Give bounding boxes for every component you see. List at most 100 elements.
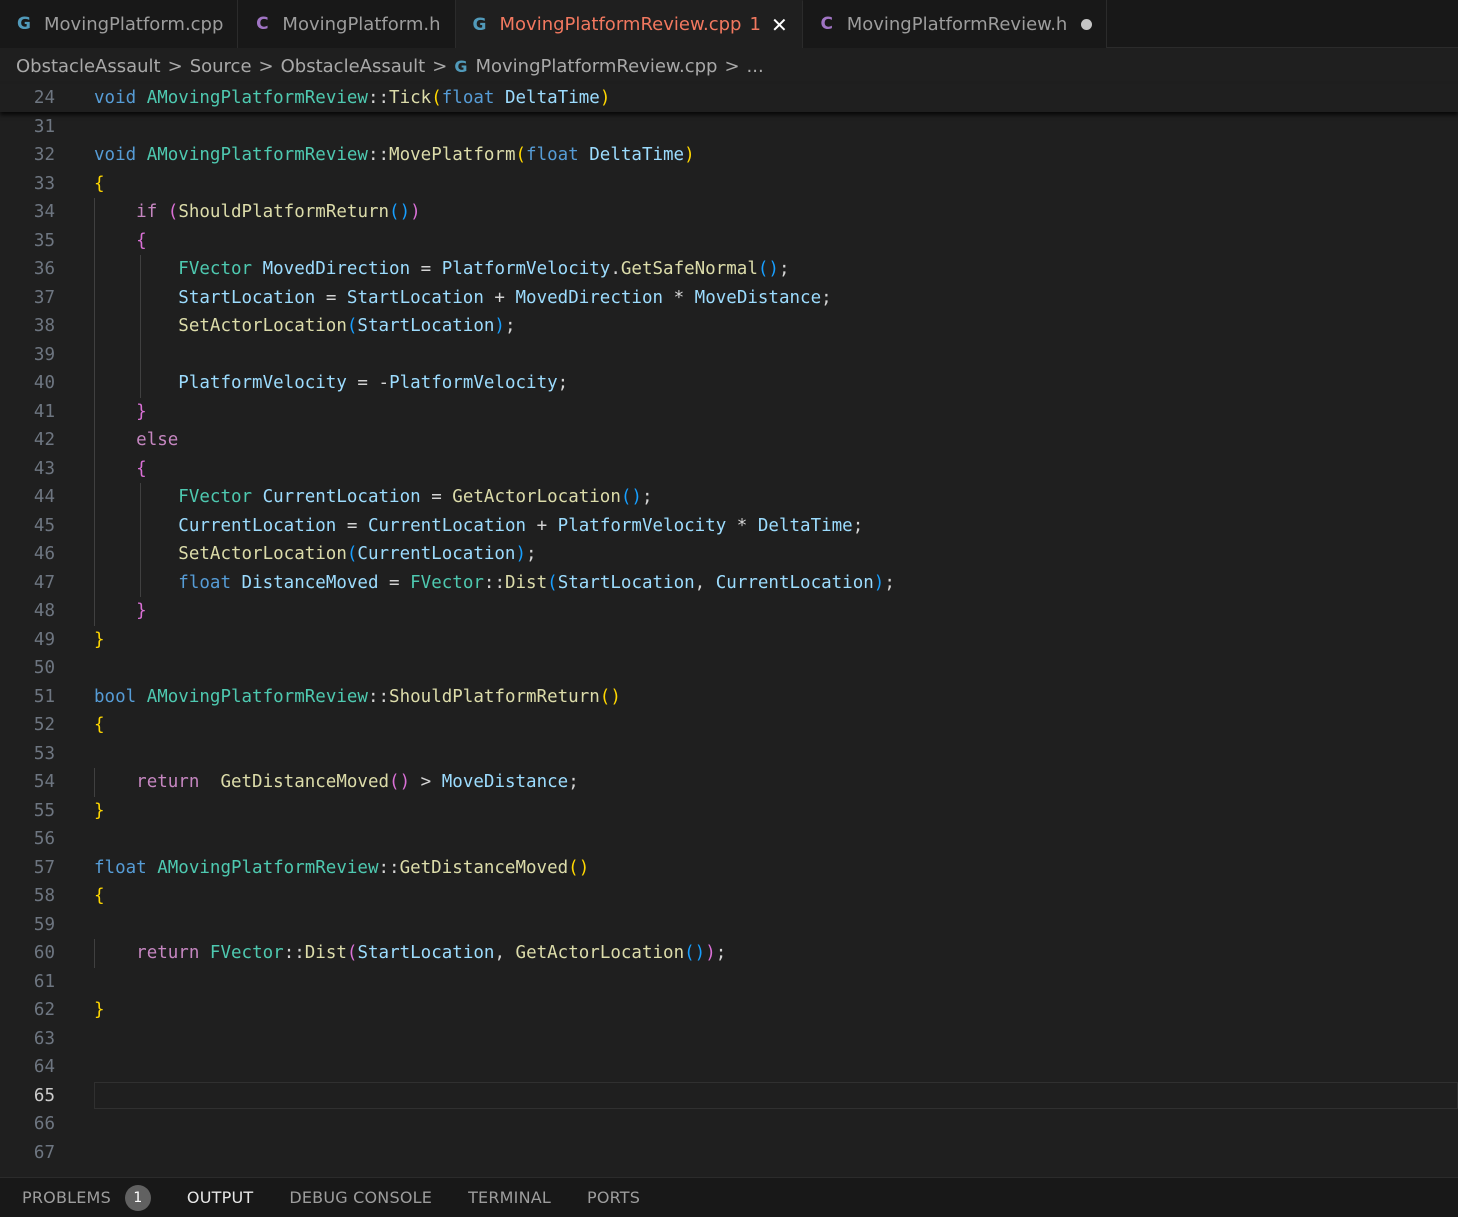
line-number: 39 [33, 344, 55, 365]
code-text: void AMovingPlatformReview::Tick(float D… [94, 88, 611, 108]
line-number: 61 [33, 971, 55, 992]
code-line[interactable]: 46 SetActorLocation(CurrentLocation); [0, 540, 1458, 569]
code-line[interactable]: 36 FVector MovedDirection = PlatformVelo… [0, 255, 1458, 284]
code-line[interactable]: 61 [0, 968, 1458, 997]
code-line[interactable]: 34 if (ShouldPlatformReturn()) [0, 198, 1458, 227]
code-line[interactable]: 50 [0, 654, 1458, 683]
line-number: 24 [33, 88, 55, 108]
code-line[interactable]: 32 void AMovingPlatformReview::MovePlatfo… [0, 141, 1458, 170]
tab-debug-console[interactable]: DEBUG CONSOLE [289, 1188, 432, 1207]
code-line[interactable]: 43 { [0, 455, 1458, 484]
code-line[interactable]: 63 [0, 1025, 1458, 1054]
breadcrumb-item[interactable]: ObstacleAssault [16, 56, 161, 77]
cpp-file-icon: G [472, 14, 487, 35]
code-line[interactable]: 38 SetActorLocation(StartLocation); [0, 312, 1458, 341]
line-number: 65 [33, 1085, 55, 1106]
code-text: SetActorLocation(StartLocation); [178, 316, 516, 336]
line-number: 64 [33, 1057, 55, 1077]
code-line[interactable]: 35 { [0, 227, 1458, 256]
line-number: 34 [33, 202, 55, 222]
line-number: 55 [33, 800, 55, 821]
line-number: 38 [33, 316, 55, 336]
code-line[interactable]: 41 } [0, 398, 1458, 427]
line-number: 45 [33, 515, 55, 536]
code-line[interactable]: 49} [0, 626, 1458, 655]
code-line[interactable]: 65 [0, 1081, 1458, 1111]
line-number: 50 [33, 658, 55, 678]
line-number: 67 [33, 1142, 55, 1163]
line-number: 48 [33, 601, 55, 621]
close-icon[interactable]: ✕ [771, 13, 788, 37]
line-number: 54 [33, 772, 55, 792]
code-line[interactable]: 66 [0, 1110, 1458, 1139]
code-text: return FVector::Dist(StartLocation, GetA… [136, 943, 727, 963]
code-line[interactable]: 67 [0, 1139, 1458, 1168]
code-text: CurrentLocation = CurrentLocation + Plat… [178, 515, 864, 536]
code-text: else [136, 430, 179, 450]
code-line[interactable]: 53 [0, 740, 1458, 769]
code-line[interactable]: 60 return FVector::Dist(StartLocation, G… [0, 939, 1458, 968]
code-text: PlatformVelocity = -PlatformVelocity; [178, 373, 569, 393]
tab-movingplatform-cpp[interactable]: G MovingPlatform.cpp [0, 0, 239, 48]
problem-count-badge: 1 [749, 14, 761, 35]
tab-movingplatformreview-cpp[interactable]: G MovingPlatformReview.cpp 1 ✕ [455, 0, 803, 48]
unsaved-dot-icon[interactable] [1081, 18, 1093, 30]
code-line[interactable]: 39 [0, 341, 1458, 370]
tab-output[interactable]: OUTPUT [187, 1188, 253, 1207]
code-line[interactable]: 42 else [0, 426, 1458, 455]
code-line[interactable]: 44 FVector CurrentLocation = GetActorLoc… [0, 483, 1458, 512]
sticky-scroll-header[interactable]: 24 void AMovingPlatformReview::Tick(float… [0, 84, 1458, 112]
code-line[interactable]: 56 [0, 825, 1458, 854]
code-line[interactable]: 62} [0, 996, 1458, 1025]
tab-bar-empty-space [1107, 0, 1458, 47]
code-line[interactable]: 52 { [0, 711, 1458, 740]
code-line[interactable]: 40 PlatformVelocity = -PlatformVelocity; [0, 369, 1458, 398]
code-line[interactable]: 37 StartLocation = StartLocation + Moved… [0, 284, 1458, 313]
code-line[interactable]: 48 } [0, 597, 1458, 626]
indent-guide [140, 255, 142, 398]
line-number: 43 [33, 458, 55, 479]
current-line-highlight [94, 1081, 1458, 1109]
code-line[interactable]: 64 [0, 1053, 1458, 1082]
line-number: 36 [33, 259, 55, 279]
line-number: 62 [33, 1000, 55, 1020]
line-number: 59 [33, 914, 55, 935]
code-line[interactable]: 58 { [0, 882, 1458, 911]
code-line[interactable]: 51 bool AMovingPlatformReview::ShouldPlat… [0, 683, 1458, 712]
breadcrumb-item[interactable]: Source [190, 56, 252, 77]
indent-guide [94, 768, 95, 797]
tab-label: MovingPlatform.h [282, 13, 441, 35]
tab-problems[interactable]: PROBLEMS 1 [22, 1184, 151, 1211]
code-text: } [94, 800, 105, 821]
tab-label: MovingPlatform.cpp [44, 13, 224, 35]
code-text: float DistanceMoved = FVector::Dist(Star… [178, 572, 895, 593]
tab-movingplatformreview-h[interactable]: C MovingPlatformReview.h [802, 0, 1108, 48]
code-text: FVector MovedDirection = PlatformVelocit… [178, 259, 790, 279]
code-line[interactable]: 31 [0, 113, 1458, 142]
code-text: return GetDistanceMoved() > MoveDistance… [136, 772, 579, 792]
panel-tab-label: PORTS [587, 1188, 641, 1207]
tab-movingplatform-h[interactable]: C MovingPlatform.h [238, 0, 456, 48]
code-line[interactable]: 57 float AMovingPlatformReview::GetDistan… [0, 854, 1458, 883]
code-line[interactable]: 47 float DistanceMoved = FVector::Dist(S… [0, 569, 1458, 598]
line-number: 52 [33, 715, 55, 735]
line-number: 46 [33, 544, 55, 564]
code-line[interactable]: 45 CurrentLocation = CurrentLocation + P… [0, 512, 1458, 541]
line-number: 63 [33, 1028, 55, 1049]
panel-tab-label: PROBLEMS [22, 1188, 111, 1207]
code-line[interactable]: 55} [0, 797, 1458, 826]
code-text: } [94, 629, 105, 650]
breadcrumb-item[interactable]: ... [747, 56, 764, 77]
code-line[interactable]: 33 { [0, 170, 1458, 199]
code-line[interactable]: 24 void AMovingPlatformReview::Tick(float… [0, 84, 1458, 113]
indent-guide [94, 939, 95, 968]
code-editor[interactable]: 24 void AMovingPlatformReview::Tick(float… [0, 84, 1458, 1177]
line-number: 66 [33, 1114, 55, 1134]
breadcrumb-item[interactable]: ObstacleAssault [281, 56, 426, 77]
code-line[interactable]: 54 return GetDistanceMoved() > MoveDista… [0, 768, 1458, 797]
tab-ports[interactable]: PORTS [587, 1188, 640, 1207]
header-file-icon: C [256, 14, 269, 34]
tab-terminal[interactable]: TERMINAL [468, 1188, 551, 1207]
code-line[interactable]: 59 [0, 911, 1458, 940]
breadcrumb-item[interactable]: MovingPlatformReview.cpp [475, 56, 717, 77]
